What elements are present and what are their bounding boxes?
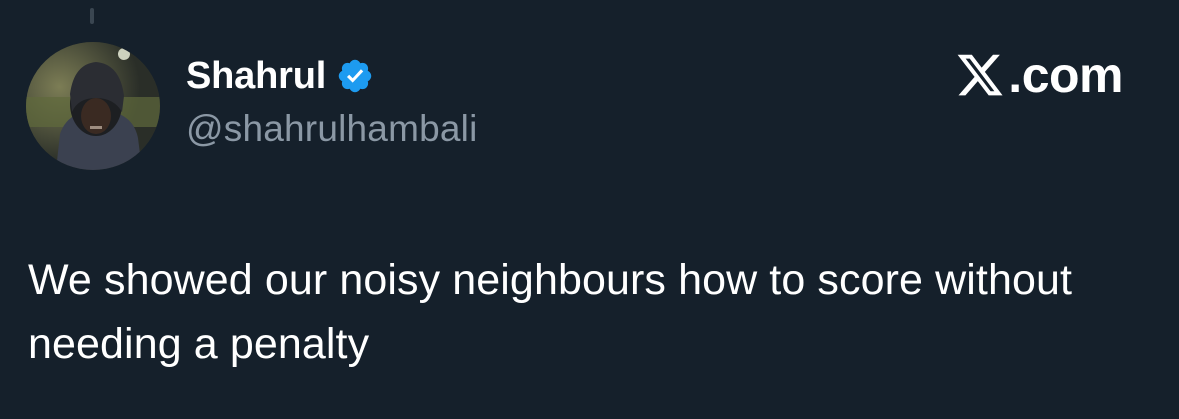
tweet-card: Shahrul @shahrulhambali .com We showed o… — [0, 0, 1179, 419]
x-logo-icon — [957, 54, 1003, 96]
name-row: Shahrul — [186, 52, 477, 100]
display-name[interactable]: Shahrul — [186, 55, 326, 98]
tweet-text: We showed our noisy neighbours how to sc… — [28, 256, 1073, 368]
brand-domain: .com — [1008, 47, 1123, 103]
avatar[interactable] — [26, 42, 160, 170]
avatar-photo-icon — [26, 42, 160, 170]
thread-line — [90, 8, 94, 24]
author-info: Shahrul @shahrulhambali — [186, 52, 477, 150]
verified-badge-icon — [338, 59, 372, 93]
user-handle[interactable]: @shahrulhambali — [186, 108, 477, 150]
brand: .com — [954, 50, 1123, 100]
